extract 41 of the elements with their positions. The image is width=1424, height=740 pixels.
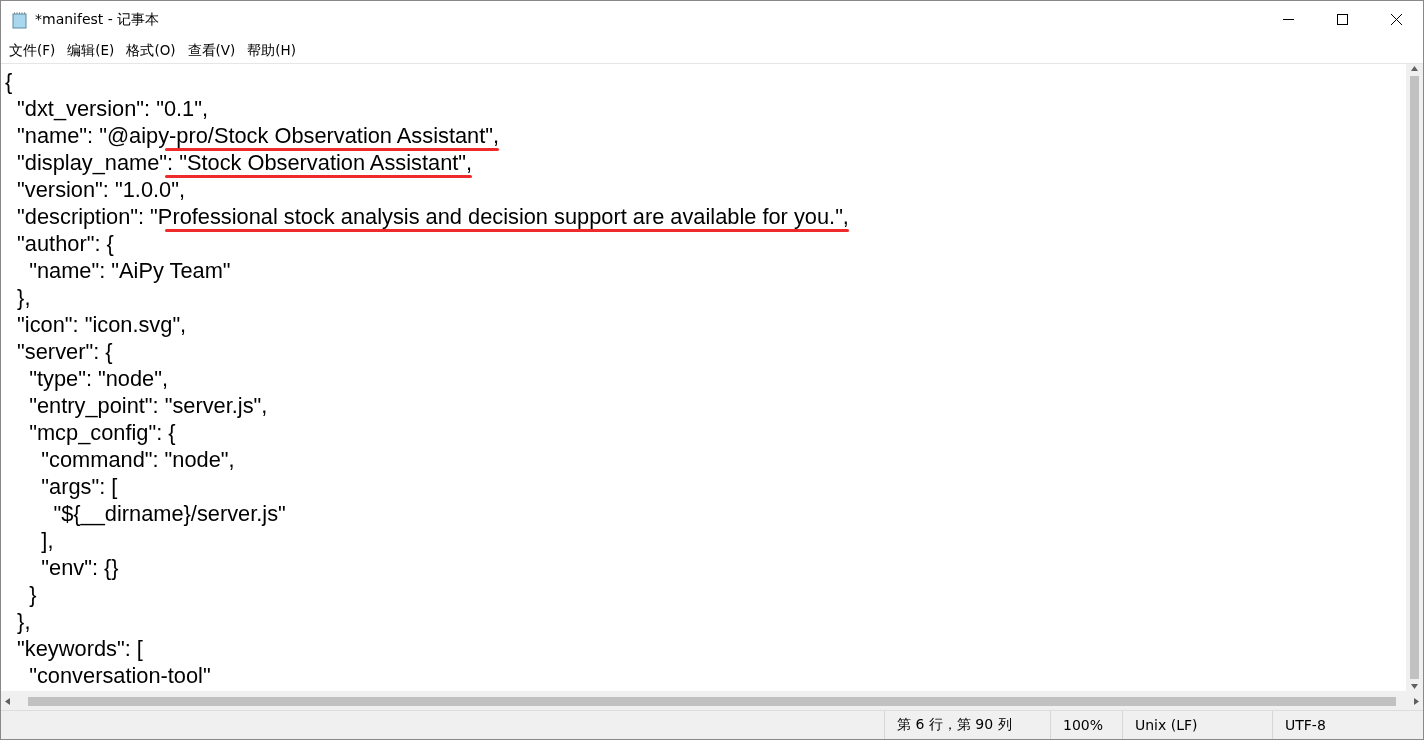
menu-item[interactable]: 编辑(E) xyxy=(61,39,121,62)
code-line: }, xyxy=(16,284,31,311)
code-line: "conversation-tool" xyxy=(28,662,211,689)
code-line: "server": { xyxy=(16,338,113,365)
code-line: "${__dirname}/server.js" xyxy=(52,500,286,527)
code-line: } xyxy=(28,581,37,608)
code-line: "keywords": [ xyxy=(16,635,143,662)
close-icon xyxy=(1390,14,1402,25)
code-line: "name": "AiPy Team" xyxy=(28,257,231,284)
scroll-right-icon[interactable] xyxy=(1412,696,1421,706)
code-line: "entry_point": "server.js", xyxy=(28,392,268,419)
encoding: UTF-8 xyxy=(1272,711,1423,739)
code-line: "name": "@aipy-pro/Stock Observation Assistant", xyxy=(16,122,500,149)
code-line: "type": "node", xyxy=(28,365,169,392)
vertical-scrollbar[interactable] xyxy=(1406,64,1423,691)
menu-item[interactable]: 查看(V) xyxy=(181,39,242,62)
line-ending: Unix (LF) xyxy=(1122,711,1272,739)
code-line: "command": "node", xyxy=(40,446,235,473)
scroll-up-icon[interactable] xyxy=(1410,64,1419,73)
scroll-left-icon[interactable] xyxy=(3,696,12,706)
zoom-level: 100% xyxy=(1050,711,1122,739)
code-line: "env": {} xyxy=(40,554,119,581)
maximize-icon xyxy=(1336,14,1348,25)
code-line: ], xyxy=(40,527,54,554)
notepad-icon xyxy=(11,10,29,29)
code-line: "icon": "icon.svg", xyxy=(16,311,187,338)
code-line: "mcp_config": { xyxy=(28,419,176,446)
menu-item[interactable]: 文件(F) xyxy=(3,39,62,62)
code-line: "display_name": "Stock Observation Assistant", xyxy=(16,149,473,176)
code-line: }, xyxy=(16,608,31,635)
code-line: "dxt_version": "0.1", xyxy=(16,95,208,122)
code-line: "description": "Professional stock analysis and decision support are available for you.", xyxy=(16,203,849,230)
code-line: "version": "1.0.0", xyxy=(16,176,185,203)
window-title: *manifest - 记事本 xyxy=(35,10,161,29)
cursor-position: 第 6 行，第 90 列 xyxy=(884,711,1050,739)
code-line: { xyxy=(5,68,13,95)
menu-item[interactable]: 格式(O) xyxy=(120,39,182,62)
menu-item[interactable]: 帮助(H) xyxy=(241,39,303,62)
horizontal-scrollbar[interactable] xyxy=(1,691,1423,710)
code-line: "args": [ xyxy=(40,473,118,500)
code-line: "author": { xyxy=(16,230,114,257)
